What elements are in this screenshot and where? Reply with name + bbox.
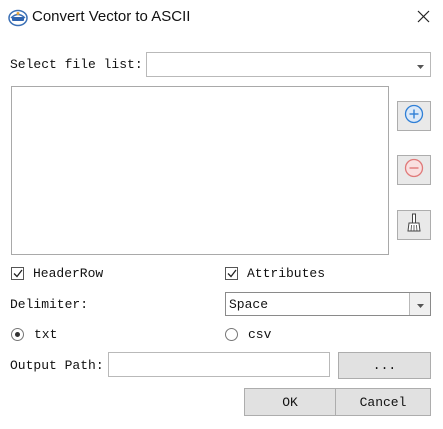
add-file-button[interactable] bbox=[397, 101, 431, 131]
browse-button[interactable]: ... bbox=[338, 352, 431, 379]
chevron-down-icon bbox=[416, 57, 424, 73]
header-row-checkbox[interactable] bbox=[11, 267, 24, 280]
chevron-down-icon bbox=[416, 296, 424, 312]
title-bar: Convert Vector to ASCII bbox=[0, 0, 443, 36]
txt-label: txt bbox=[34, 327, 58, 342]
close-button[interactable] bbox=[410, 6, 436, 30]
attributes-checkbox[interactable] bbox=[225, 267, 238, 280]
output-path-label: Output Path: bbox=[10, 358, 104, 373]
window-title: Convert Vector to ASCII bbox=[32, 8, 191, 25]
file-list-dropdown[interactable] bbox=[146, 52, 431, 77]
close-icon bbox=[417, 10, 430, 27]
app-logo-icon bbox=[8, 9, 28, 27]
remove-file-button[interactable] bbox=[397, 155, 431, 185]
delimiter-label: Delimiter: bbox=[10, 297, 89, 312]
file-list-box[interactable] bbox=[11, 86, 389, 255]
txt-radio[interactable] bbox=[11, 328, 24, 341]
clear-list-button[interactable] bbox=[397, 210, 431, 240]
select-file-list-label: Select file list: bbox=[10, 57, 143, 72]
checkmark-icon bbox=[13, 266, 23, 282]
cancel-button[interactable]: Cancel bbox=[335, 388, 431, 416]
remove-icon bbox=[404, 158, 424, 182]
broom-icon bbox=[406, 213, 422, 237]
delimiter-arrow[interactable] bbox=[409, 293, 430, 315]
csv-radio[interactable] bbox=[225, 328, 238, 341]
attributes-label: Attributes bbox=[247, 266, 326, 281]
output-path-input[interactable] bbox=[108, 352, 330, 377]
file-list-arrow[interactable] bbox=[410, 53, 430, 76]
radio-selected-dot bbox=[15, 332, 20, 337]
delimiter-selected: Space bbox=[229, 297, 269, 312]
csv-label: csv bbox=[248, 327, 272, 342]
delimiter-dropdown[interactable]: Space bbox=[225, 292, 431, 316]
ok-button[interactable]: OK bbox=[244, 388, 336, 416]
checkmark-icon bbox=[227, 266, 237, 282]
header-row-label: HeaderRow bbox=[33, 266, 104, 281]
add-icon bbox=[404, 104, 424, 128]
